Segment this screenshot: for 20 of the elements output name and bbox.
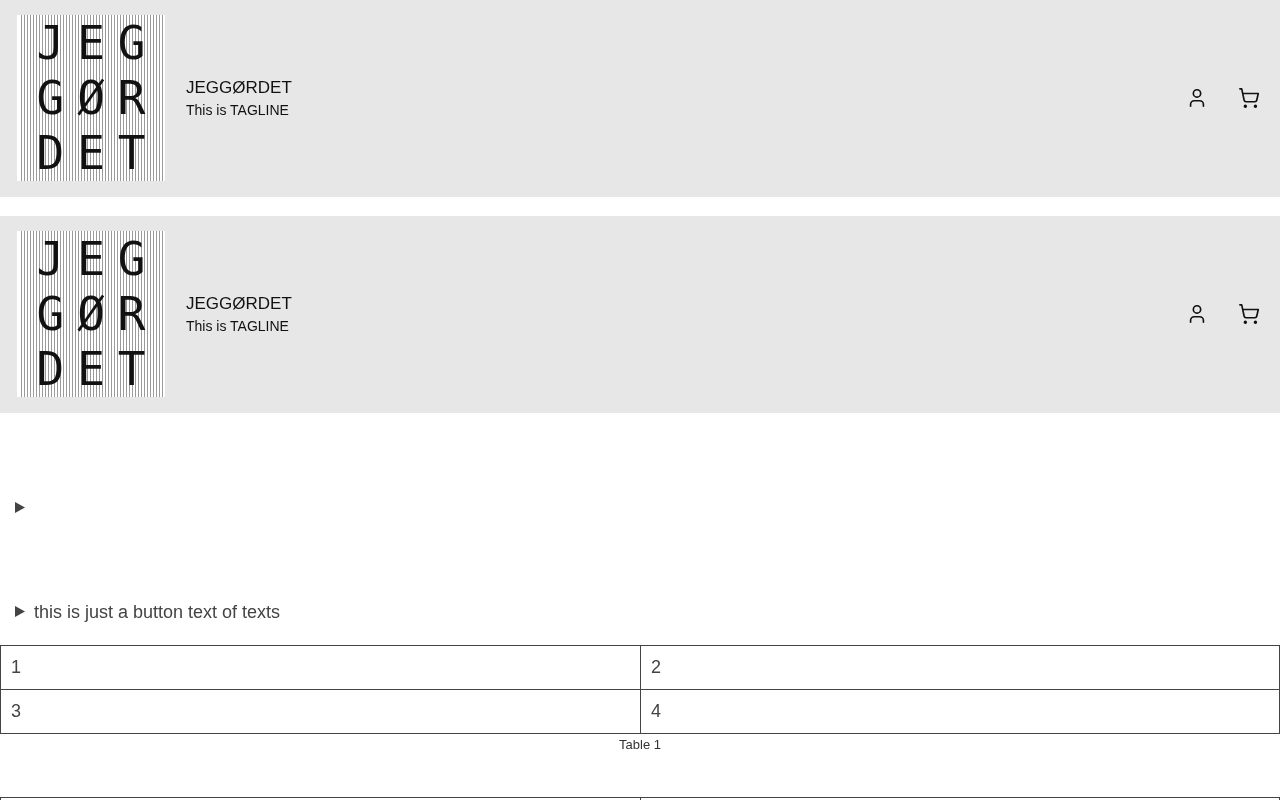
table-cell: 3: [0, 688, 640, 734]
logo-letters: DET: [35, 344, 159, 394]
table-caption: Table 1: [619, 736, 661, 753]
caret-icon[interactable]: [15, 501, 25, 513]
site-title: JEGGØRDET: [186, 293, 292, 314]
logo-letters: DET: [35, 128, 159, 178]
logo-letters: JEG: [35, 234, 159, 284]
site-tagline: This is TAGLINE: [186, 101, 290, 119]
caret-icon[interactable]: [15, 606, 25, 618]
site-tagline: This is TAGLINE: [186, 317, 290, 335]
table-cell: 1: [0, 644, 640, 689]
cart-icon[interactable]: [1238, 87, 1260, 109]
table-cell: 4: [640, 688, 1280, 734]
disclosure-summary[interactable]: this is just a button text of texts: [34, 599, 281, 624]
cart-icon[interactable]: [1238, 303, 1260, 325]
logo-letters: GØR: [35, 73, 159, 123]
logo-letters: JEG: [35, 18, 159, 68]
site-title: JEGGØRDET: [186, 77, 292, 98]
logo-letters: GØR: [35, 289, 159, 339]
table-cell: 2: [640, 644, 1280, 689]
